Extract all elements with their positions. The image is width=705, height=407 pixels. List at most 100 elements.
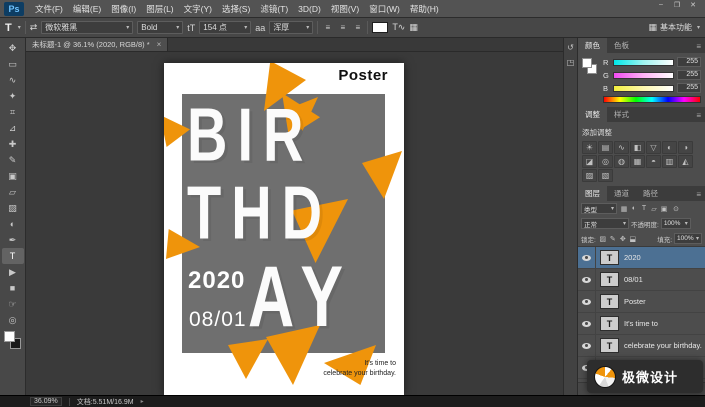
color-lookup-icon[interactable]: ▦ [630, 155, 645, 168]
align-left-icon[interactable]: ≡ [322, 23, 333, 32]
pen-tool[interactable]: ✒ [2, 232, 24, 248]
channel-gradient-slider[interactable] [613, 59, 674, 66]
tab-layers[interactable]: 图层 [578, 186, 607, 201]
channel-value-field[interactable]: 255 [677, 83, 701, 93]
layer-row[interactable]: T 2020 [578, 247, 705, 269]
text-layer-thumbnail[interactable]: T [600, 272, 619, 287]
zoom-level-field[interactable]: 36.09% [30, 397, 62, 406]
filter-adjustment-icon[interactable]: ◐ [629, 205, 639, 213]
text-layer-thumbnail[interactable]: T [600, 250, 619, 265]
layer-visibility-cell[interactable] [578, 291, 596, 312]
eyedropper-tool[interactable]: ⊿ [2, 120, 24, 136]
foreground-color-swatch[interactable] [4, 331, 15, 342]
document-tab[interactable]: 未标题-1 @ 36.1% (2020, RGB/8) * × [26, 38, 168, 51]
channel-mixer-icon[interactable]: ◍ [614, 155, 629, 168]
text-layer-thumbnail[interactable]: T [600, 316, 619, 331]
canvas[interactable]: Poster BIR THD AY 2020 08/01 It's time t… [26, 52, 563, 395]
vibrance-icon[interactable]: ▽ [646, 141, 661, 154]
panel-foreground-swatch[interactable] [582, 58, 592, 68]
tab-paths[interactable]: 路径 [636, 186, 665, 201]
threshold-icon[interactable]: ◭ [678, 155, 693, 168]
brush-tool[interactable]: ✎ [2, 152, 24, 168]
menu-item[interactable]: 编辑(E) [68, 3, 106, 15]
photo-filter-icon[interactable]: ◎ [598, 155, 613, 168]
selective-color-icon[interactable]: ▨ [582, 169, 597, 182]
type-tool[interactable]: T [2, 248, 24, 264]
layer-visibility-cell[interactable] [578, 335, 596, 356]
filter-shape-icon[interactable]: ▱ [649, 205, 659, 213]
collapsed-properties-panel-icon[interactable]: ◳ [567, 58, 575, 67]
hand-tool[interactable]: ☞ [2, 296, 24, 312]
healing-brush-tool[interactable]: ✚ [2, 136, 24, 152]
layer-name[interactable]: celebrate your birthday. [624, 341, 702, 350]
layer-visibility-cell[interactable] [578, 269, 596, 290]
channel-gradient-slider[interactable] [613, 72, 674, 79]
channel-value-field[interactable]: 255 [677, 57, 701, 67]
crop-tool[interactable]: ⌗ [2, 104, 24, 120]
menu-item[interactable]: 文件(F) [30, 3, 68, 15]
exposure-icon[interactable]: ◧ [630, 141, 645, 154]
restore-button[interactable]: ❐ [669, 0, 685, 9]
align-right-icon[interactable]: ≡ [352, 23, 363, 32]
marquee-tool[interactable]: ▭ [2, 56, 24, 72]
menu-item[interactable]: 3D(D) [293, 4, 326, 14]
tab-styles[interactable]: 样式 [607, 107, 636, 122]
fill-field[interactable]: 100% ▾ [674, 233, 702, 244]
zoom-tool[interactable]: ◎ [2, 312, 24, 328]
layer-visibility-cell[interactable] [578, 247, 596, 268]
tab-adjustments[interactable]: 调整 [578, 107, 607, 122]
gradient-map-icon[interactable]: ▧ [598, 169, 613, 182]
close-button[interactable]: ✕ [685, 0, 701, 9]
tab-close-icon[interactable]: × [157, 40, 162, 49]
filter-type-icon[interactable]: T [639, 205, 649, 213]
font-family-select[interactable]: 微软雅黑 ▾ [41, 21, 133, 34]
filter-pixel-icon[interactable]: ▦ [619, 205, 629, 213]
color-spectrum-bar[interactable] [603, 96, 701, 103]
text-orientation-icon[interactable]: ⇄ [30, 22, 38, 33]
anti-alias-select[interactable]: 浑厚 ▾ [269, 21, 313, 34]
text-color-swatch[interactable] [372, 22, 388, 33]
tab-swatches[interactable]: 色板 [607, 38, 636, 53]
collapsed-history-panel-icon[interactable]: ↺ [567, 43, 574, 52]
filter-smartobject-icon[interactable]: ▣ [659, 205, 669, 213]
layer-row[interactable]: T Poster [578, 291, 705, 313]
menu-item[interactable]: 窗口(W) [364, 3, 405, 15]
panel-menu-icon[interactable]: ≡ [692, 111, 705, 122]
opacity-field[interactable]: 100% ▾ [661, 218, 691, 229]
menu-item[interactable]: 文字(Y) [179, 3, 217, 15]
lock-pixels-icon[interactable]: ✎ [608, 235, 618, 243]
lock-all-icon[interactable]: ⬓ [628, 235, 638, 243]
gradient-tool[interactable]: ▨ [2, 200, 24, 216]
menu-item[interactable]: 帮助(H) [405, 3, 444, 15]
eraser-tool[interactable]: ▱ [2, 184, 24, 200]
blend-mode-select[interactable]: 正常 ▾ [581, 218, 629, 229]
layer-visibility-cell[interactable] [578, 313, 596, 334]
type-tool-preset-icon[interactable]: T [5, 22, 12, 34]
align-center-icon[interactable]: ≡ [337, 23, 348, 32]
menu-item[interactable]: 图像(I) [106, 3, 141, 15]
posterize-icon[interactable]: ▥ [662, 155, 677, 168]
move-tool[interactable]: ✥ [2, 40, 24, 56]
channel-gradient-slider[interactable] [613, 85, 674, 92]
warp-text-icon[interactable]: T∿ [392, 22, 405, 33]
font-style-select[interactable]: Bold ▾ [137, 21, 183, 34]
quick-selection-tool[interactable]: ✦ [2, 88, 24, 104]
lock-transparent-icon[interactable]: ▨ [598, 235, 608, 243]
black-white-icon[interactable]: ◪ [582, 155, 597, 168]
clone-stamp-tool[interactable]: ▣ [2, 168, 24, 184]
dodge-tool[interactable]: ◐ [2, 216, 24, 232]
font-size-select[interactable]: 154 点 ▾ [199, 21, 251, 34]
menu-item[interactable]: 图层(L) [141, 3, 178, 15]
levels-icon[interactable]: ▤ [598, 141, 613, 154]
status-options-chevron-icon[interactable]: ▸ [141, 398, 144, 405]
layer-filter-select[interactable]: 类型 ▾ [581, 203, 617, 214]
text-layer-thumbnail[interactable]: T [600, 338, 619, 353]
menu-item[interactable]: 视图(V) [326, 3, 364, 15]
tab-channels[interactable]: 通道 [607, 186, 636, 201]
workspace-switcher[interactable]: ▦ 基本功能 ▾ [648, 22, 700, 33]
menu-item[interactable]: 选择(S) [217, 3, 255, 15]
layer-name[interactable]: It's time to [624, 319, 658, 328]
panel-menu-icon[interactable]: ≡ [692, 42, 705, 53]
minimize-button[interactable]: – [653, 0, 669, 9]
hue-saturation-icon[interactable]: ◐ [662, 141, 677, 154]
